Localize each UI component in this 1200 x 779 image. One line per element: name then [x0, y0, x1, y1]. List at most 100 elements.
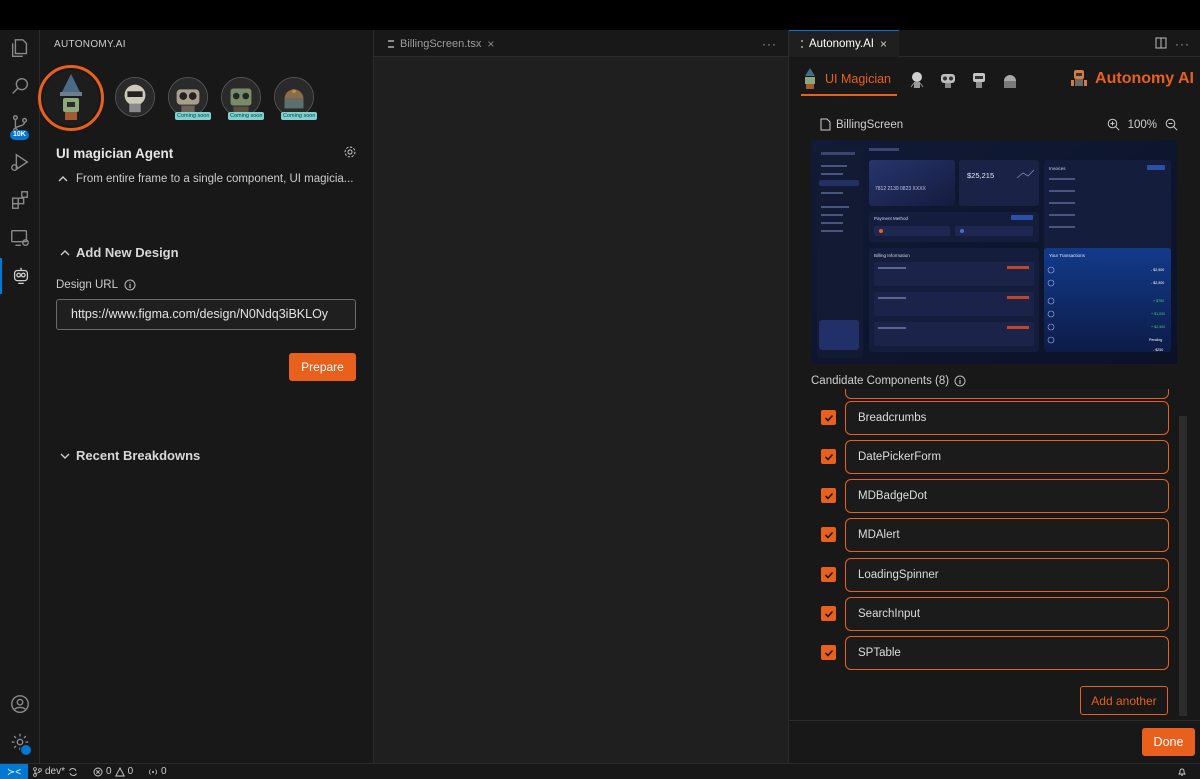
candidate-row: Breadcrumbs: [811, 401, 1171, 435]
checkmark-icon: [824, 649, 833, 657]
tab-label: Autonomy.AI: [808, 38, 874, 50]
design-url-label: Design URL: [56, 279, 118, 291]
candidate-pill[interactable]: SearchInput: [845, 597, 1169, 631]
extensions-icon[interactable]: [0, 182, 40, 218]
zoom-in-icon[interactable]: [1107, 118, 1120, 131]
activity-bar: 10K: [0, 30, 40, 763]
candidate-checkbox[interactable]: [821, 527, 836, 542]
search-icon[interactable]: [0, 68, 40, 104]
ports-indicator[interactable]: 0: [148, 766, 167, 777]
split-editor-icon[interactable]: [1155, 37, 1167, 49]
design-url-label-row: Design URL: [56, 279, 136, 291]
checkmark-icon: [824, 531, 833, 539]
candidate-row: DatePickerForm: [811, 440, 1171, 474]
panel-footer: Done: [789, 720, 1200, 763]
autonomy-robot-icon[interactable]: [0, 258, 40, 294]
candidate-row: SPTable: [811, 636, 1171, 670]
more-actions-icon[interactable]: ···: [762, 37, 777, 51]
candidate-checkbox[interactable]: [821, 410, 836, 425]
autonomy-logo-icon: [1071, 70, 1088, 86]
design-preview[interactable]: 7812 2139 0823 XXXX $25,215 Invoices Pay…: [811, 140, 1177, 364]
error-icon: [93, 767, 103, 776]
candidate-pill[interactable]: Breadcrumbs: [845, 401, 1169, 435]
source-control-icon[interactable]: 10K: [0, 106, 40, 142]
candidate-pill[interactable]: [845, 389, 1169, 399]
notifications-bell-icon[interactable]: [1177, 767, 1187, 777]
remote-indicator-icon[interactable]: ≻<: [0, 764, 28, 779]
list-scrollbar[interactable]: [1179, 416, 1187, 716]
done-button[interactable]: Done: [1142, 728, 1195, 756]
window-titlebar: [0, 0, 1200, 30]
candidate-pill[interactable]: LoadingSpinner: [845, 558, 1169, 592]
add-new-design-header[interactable]: Add New Design: [60, 245, 179, 260]
candidate-pill[interactable]: DatePickerForm: [845, 440, 1169, 474]
candidate-checkbox[interactable]: [821, 449, 836, 464]
more-actions-icon[interactable]: ···: [1175, 37, 1190, 51]
preview-amount: + $2,500: [1151, 325, 1165, 329]
agent-avatar-ui-magician[interactable]: [43, 70, 99, 126]
tab-autonomy-ai[interactable]: Autonomy.AI ×: [789, 30, 899, 57]
candidate-row: SearchInput: [811, 597, 1171, 631]
candidate-checkbox[interactable]: [821, 645, 836, 660]
tab-billingscreen-tsx[interactable]: BillingScreen.tsx ×: [378, 30, 504, 57]
remote-explorer-icon[interactable]: [0, 220, 40, 256]
tab-ui-magician[interactable]: UI Magician: [801, 64, 897, 96]
design-url-input[interactable]: https://www.figma.com/design/N0Ndq3iBKLO…: [56, 299, 356, 330]
robot-agent-5-icon[interactable]: [999, 69, 1021, 91]
checkmark-icon: [824, 492, 833, 500]
chevron-up-icon: [58, 176, 68, 182]
info-icon[interactable]: [124, 279, 136, 291]
agent-title: UI magician Agent: [56, 146, 174, 161]
robot-agent-2-icon[interactable]: [906, 69, 928, 91]
candidate-pill[interactable]: MDBadgeDot: [845, 479, 1169, 513]
account-icon[interactable]: [0, 686, 40, 722]
autonomy-panel: Autonomy.AI × ··· UI Magician Autonomy A…: [788, 30, 1200, 763]
agent-avatar-2[interactable]: [115, 77, 155, 117]
preview-file-label: BillingScreen: [820, 118, 903, 131]
settings-gear-icon[interactable]: [0, 724, 40, 760]
agent-avatar-3[interactable]: [168, 77, 208, 117]
preview-file-name: BillingScreen: [836, 118, 904, 131]
agent-avatar-4[interactable]: [221, 77, 261, 117]
candidate-pill[interactable]: SPTable: [845, 636, 1169, 670]
sync-icon[interactable]: [68, 767, 78, 777]
preview-card-number: 7812 2139 0823 XXXX: [875, 186, 927, 192]
candidate-pill[interactable]: MDAlert: [845, 518, 1169, 552]
agent-description-row[interactable]: From entire frame to a single component,…: [58, 173, 353, 185]
chevron-up-icon: [60, 249, 70, 255]
candidate-row: MDAlert: [811, 518, 1171, 552]
close-icon[interactable]: ×: [487, 37, 494, 51]
robot-agent-3-icon[interactable]: [937, 69, 959, 91]
preview-invoices-title: Invoices: [1049, 166, 1066, 171]
preview-amount: - $2,500: [1151, 281, 1164, 285]
zoom-out-icon[interactable]: [1165, 118, 1178, 131]
preview-payment-title: Payment Method: [874, 216, 909, 221]
status-bar: ≻< dev* 0 0 0: [0, 763, 1200, 779]
candidate-checkbox[interactable]: [821, 567, 836, 582]
agent-settings-gear-icon[interactable]: [343, 145, 357, 159]
recent-breakdowns-header[interactable]: Recent Breakdowns: [60, 448, 200, 463]
close-icon[interactable]: ×: [880, 37, 887, 51]
panel-tabbar: Autonomy.AI × ···: [789, 30, 1200, 57]
agent-tab-label: UI Magician: [825, 72, 891, 86]
preview-billing-title: Billing Information: [874, 253, 910, 258]
preview-amount: + $1,000: [1151, 312, 1165, 316]
agent-avatar-5[interactable]: [274, 77, 314, 117]
files-icon[interactable]: [0, 30, 40, 66]
run-debug-icon[interactable]: [0, 144, 40, 180]
preview-balance: $25,215: [967, 171, 994, 180]
candidate-row: LoadingSpinner: [811, 558, 1171, 592]
autonomy-brand: Autonomy AI: [1069, 67, 1194, 91]
candidate-checkbox[interactable]: [821, 488, 836, 503]
problems-indicator[interactable]: 0 0: [93, 766, 133, 777]
candidate-checkbox[interactable]: [821, 606, 836, 621]
branch-indicator[interactable]: dev*: [33, 766, 78, 777]
prepare-button[interactable]: Prepare: [289, 353, 356, 381]
add-another-button[interactable]: Add another: [1080, 686, 1168, 715]
branch-name: dev*: [45, 766, 66, 777]
clock-badge-icon: [20, 744, 32, 756]
robot-agent-4-icon[interactable]: [968, 69, 990, 91]
editor-tabbar: BillingScreen.tsx × ···: [374, 30, 788, 57]
info-icon[interactable]: [954, 375, 966, 387]
warning-icon: [114, 766, 125, 776]
